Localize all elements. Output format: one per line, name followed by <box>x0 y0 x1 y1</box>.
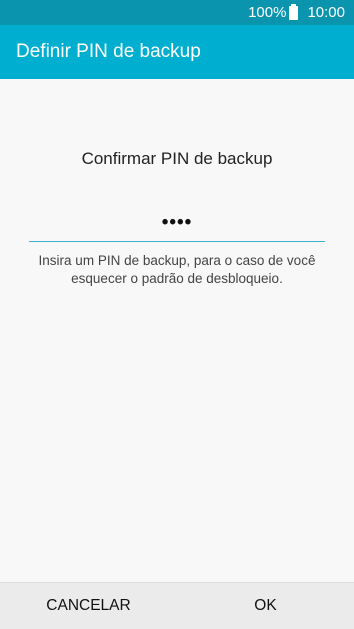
battery-icon <box>289 3 299 20</box>
prompt-title: Confirmar PIN de backup <box>81 149 273 168</box>
helper-text: Insira um PIN de backup, para o caso de … <box>38 253 316 286</box>
cancel-button[interactable]: CANCELAR <box>0 583 177 629</box>
status-bar: 100% 10:00 <box>0 0 354 25</box>
content-area: Confirmar PIN de backup •••• Insira um P… <box>0 79 354 582</box>
app-bar: Definir PIN de backup <box>0 25 354 79</box>
screen: 100% 10:00 Definir PIN de backup Confirm… <box>0 0 354 629</box>
clock: 10:00 <box>307 4 345 21</box>
ok-button[interactable]: OK <box>177 583 354 629</box>
app-title: Definir PIN de backup <box>16 41 201 62</box>
pin-input[interactable]: •••• <box>29 204 325 242</box>
pin-value: •••• <box>161 211 193 233</box>
battery-percent: 100% <box>248 4 287 21</box>
button-bar: CANCELAR OK <box>0 582 354 629</box>
